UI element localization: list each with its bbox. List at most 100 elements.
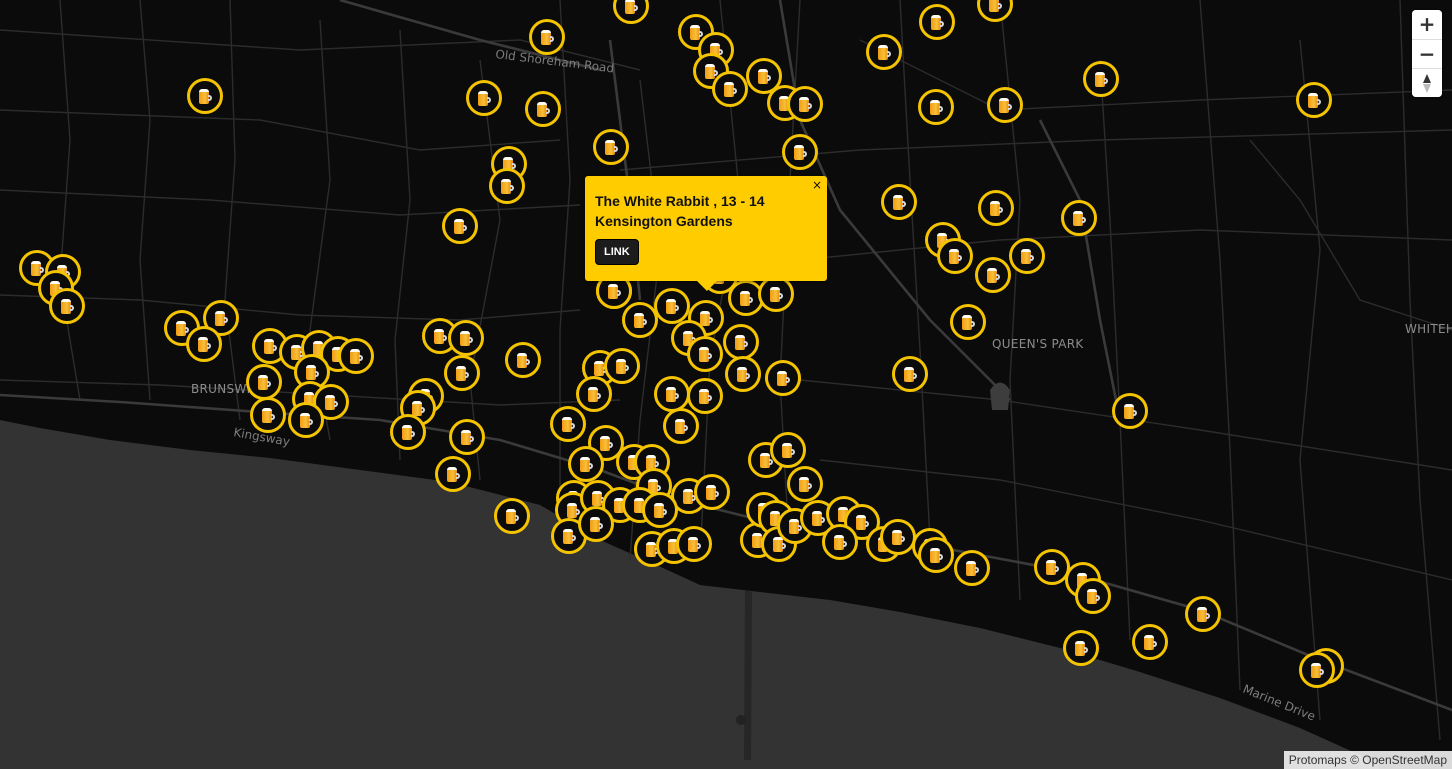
pub-marker[interactable] — [642, 492, 678, 528]
pub-marker[interactable] — [466, 80, 502, 116]
beer-mug-icon — [948, 248, 962, 264]
beer-mug-icon — [299, 412, 313, 428]
pub-marker[interactable] — [687, 336, 723, 372]
pub-marker[interactable] — [770, 432, 806, 468]
pub-marker[interactable] — [881, 184, 917, 220]
pub-marker[interactable] — [723, 324, 759, 360]
pub-marker[interactable] — [866, 34, 902, 70]
pub-marker[interactable] — [694, 474, 730, 510]
pub-marker[interactable] — [529, 19, 565, 55]
pub-marker[interactable] — [880, 519, 916, 555]
map-canvas[interactable]: Old Shoreham Road BRUNSWI Kingsway QUEEN… — [0, 0, 1452, 769]
beer-mug-icon — [500, 178, 514, 194]
pub-marker[interactable] — [987, 87, 1023, 123]
beer-mug-icon — [536, 101, 550, 117]
zoom-out-button[interactable]: − — [1412, 39, 1442, 68]
pub-marker[interactable] — [663, 408, 699, 444]
beer-mug-icon — [798, 476, 812, 492]
pub-marker[interactable] — [49, 288, 85, 324]
pub-marker[interactable] — [578, 506, 614, 542]
beer-mug-icon — [998, 97, 1012, 113]
pub-marker[interactable] — [1132, 624, 1168, 660]
pub-marker[interactable] — [525, 91, 561, 127]
pub-marker[interactable] — [725, 356, 761, 392]
beer-mug-icon — [459, 330, 473, 346]
pub-marker[interactable] — [550, 406, 586, 442]
pub-marker[interactable] — [338, 338, 374, 374]
beer-mug-icon — [455, 365, 469, 381]
beer-mug-icon — [615, 358, 629, 374]
beer-mug-icon — [776, 370, 790, 386]
beer-mug-icon — [197, 336, 211, 352]
pub-marker[interactable] — [1075, 578, 1111, 614]
pub-marker[interactable] — [187, 78, 223, 114]
beer-mug-icon — [477, 90, 491, 106]
pub-marker[interactable] — [448, 320, 484, 356]
pub-marker[interactable] — [919, 4, 955, 40]
pub-marker[interactable] — [568, 446, 604, 482]
pub-marker[interactable] — [782, 134, 818, 170]
beer-mug-icon — [453, 218, 467, 234]
pub-marker[interactable] — [975, 257, 1011, 293]
pub-marker[interactable] — [822, 524, 858, 560]
pub-marker[interactable] — [288, 402, 324, 438]
pub-marker[interactable] — [1063, 630, 1099, 666]
pub-marker[interactable] — [250, 397, 286, 433]
beer-mug-icon — [1123, 403, 1137, 419]
pub-marker[interactable] — [593, 129, 629, 165]
pub-marker[interactable] — [978, 190, 1014, 226]
pub-marker[interactable] — [892, 356, 928, 392]
beer-mug-icon — [566, 502, 580, 518]
popup-link-button[interactable]: LINK — [595, 239, 639, 265]
popup-close-button[interactable]: × — [812, 179, 822, 191]
pub-marker[interactable] — [449, 419, 485, 455]
pub-marker[interactable] — [1083, 61, 1119, 97]
pub-marker[interactable] — [604, 348, 640, 384]
pub-marker[interactable] — [950, 304, 986, 340]
pub-marker[interactable] — [1299, 652, 1335, 688]
beer-mug-icon — [599, 435, 613, 451]
pub-marker[interactable] — [435, 456, 471, 492]
pub-marker[interactable] — [937, 238, 973, 274]
pub-marker[interactable] — [654, 288, 690, 324]
pub-marker[interactable] — [442, 208, 478, 244]
pub-marker[interactable] — [622, 302, 658, 338]
pub-marker[interactable] — [505, 342, 541, 378]
beer-mug-icon — [1307, 92, 1321, 108]
beer-mug-icon — [624, 0, 638, 14]
beer-mug-icon — [1196, 606, 1210, 622]
pub-marker[interactable] — [787, 86, 823, 122]
compass-button[interactable] — [1412, 68, 1442, 97]
pub-marker[interactable] — [494, 498, 530, 534]
pub-marker[interactable] — [765, 360, 801, 396]
pub-marker[interactable] — [654, 376, 690, 412]
pub-marker[interactable] — [687, 378, 723, 414]
pub-marker[interactable] — [1061, 200, 1097, 236]
beer-mug-icon — [1074, 640, 1088, 656]
pub-marker[interactable] — [1009, 238, 1045, 274]
beer-mug-icon — [579, 456, 593, 472]
pub-marker[interactable] — [1112, 393, 1148, 429]
pub-marker[interactable] — [954, 550, 990, 586]
pub-marker[interactable] — [918, 537, 954, 573]
beer-mug-icon — [433, 328, 447, 344]
beer-mug-icon — [734, 334, 748, 350]
pub-marker[interactable] — [576, 376, 612, 412]
beer-mug-icon — [1143, 634, 1157, 650]
pub-marker[interactable] — [489, 168, 525, 204]
pub-marker[interactable] — [444, 355, 480, 391]
pub-marker[interactable] — [246, 364, 282, 400]
pub-marker[interactable] — [918, 89, 954, 125]
pub-marker[interactable] — [186, 326, 222, 362]
pub-marker[interactable] — [787, 466, 823, 502]
pub-marker[interactable] — [1296, 82, 1332, 118]
pub-marker[interactable] — [712, 71, 748, 107]
pub-marker[interactable] — [758, 276, 794, 312]
beer-mug-icon — [607, 283, 621, 299]
zoom-in-button[interactable]: + — [1412, 10, 1442, 39]
beer-mug-icon — [891, 529, 905, 545]
pub-marker[interactable] — [390, 414, 426, 450]
pub-marker[interactable] — [676, 526, 712, 562]
map-attribution[interactable]: Protomaps © OpenStreetMap — [1283, 751, 1452, 769]
pub-marker[interactable] — [1185, 596, 1221, 632]
